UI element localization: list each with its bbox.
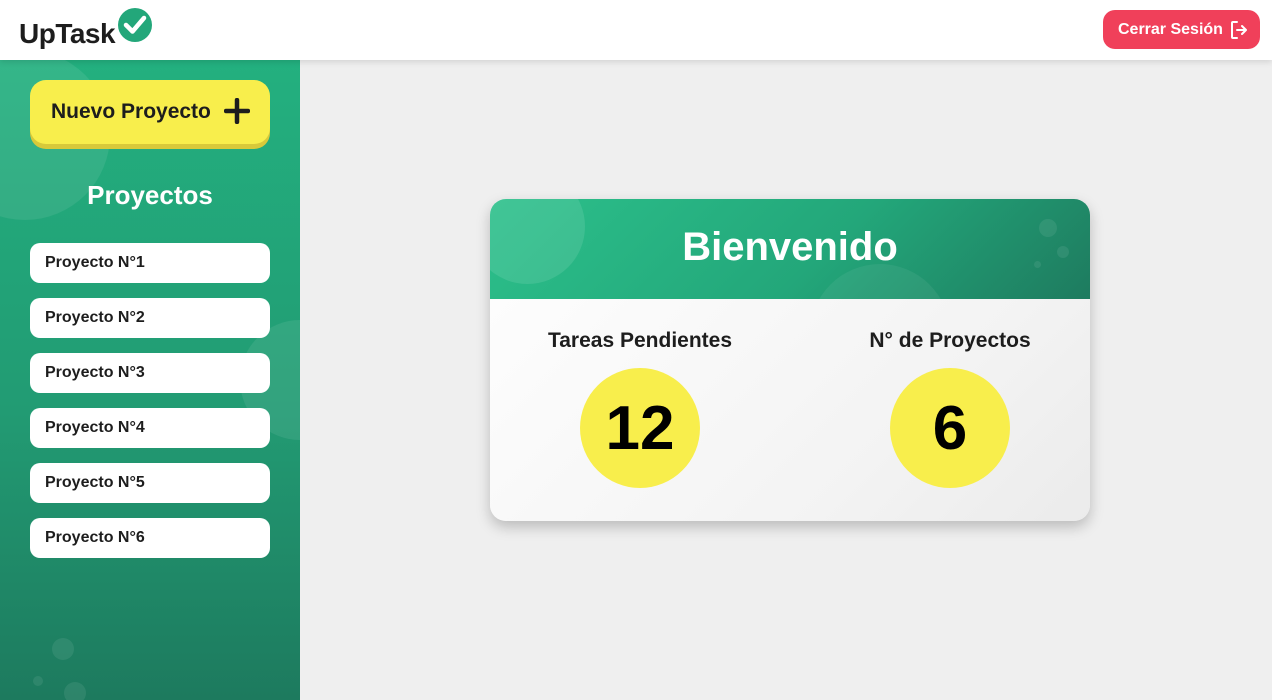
decorative-bubble: [64, 682, 86, 700]
logout-button[interactable]: Cerrar Sesión: [1103, 10, 1260, 49]
projects-count-stat: N° de Proyectos 6: [800, 329, 1090, 488]
new-project-label: Nuevo Proyecto: [51, 100, 211, 123]
pending-tasks-stat: Tareas Pendientes 12: [490, 329, 790, 488]
welcome-card-header: Bienvenido: [490, 199, 1090, 299]
projects-heading: Proyectos: [87, 180, 213, 210]
projects-count-value: 6: [890, 368, 1010, 488]
project-item[interactable]: Proyecto N°3: [30, 353, 270, 393]
pending-tasks-value: 12: [580, 368, 700, 488]
logo-text: UpTask: [19, 18, 116, 49]
app-logo[interactable]: UpTask: [19, 7, 153, 49]
logout-label: Cerrar Sesión: [1118, 20, 1223, 38]
welcome-card: Bienvenido Tareas Pendientes 12 N° de Pr…: [490, 199, 1090, 521]
decorative-bubble: [52, 638, 74, 660]
welcome-title: Bienvenido: [682, 225, 898, 269]
decorative-bubble: [33, 676, 43, 686]
project-list: Proyecto N°1 Proyecto N°2 Proyecto N°3 P…: [30, 243, 270, 573]
projects-count-label: N° de Proyectos: [869, 329, 1031, 352]
check-circle-icon: [115, 7, 153, 48]
pending-tasks-label: Tareas Pendientes: [547, 329, 733, 352]
sidebar: Nuevo Proyecto Proyectos Proyecto N°1 Pr…: [0, 60, 300, 700]
project-item[interactable]: Proyecto N°6: [30, 518, 270, 558]
new-project-button[interactable]: Nuevo Proyecto: [30, 80, 270, 144]
top-bar: UpTask Cerrar Sesión: [0, 0, 1272, 60]
project-item[interactable]: Proyecto N°5: [30, 463, 270, 503]
project-item[interactable]: Proyecto N°4: [30, 408, 270, 448]
project-item[interactable]: Proyecto N°1: [30, 243, 270, 283]
project-item[interactable]: Proyecto N°2: [30, 298, 270, 338]
